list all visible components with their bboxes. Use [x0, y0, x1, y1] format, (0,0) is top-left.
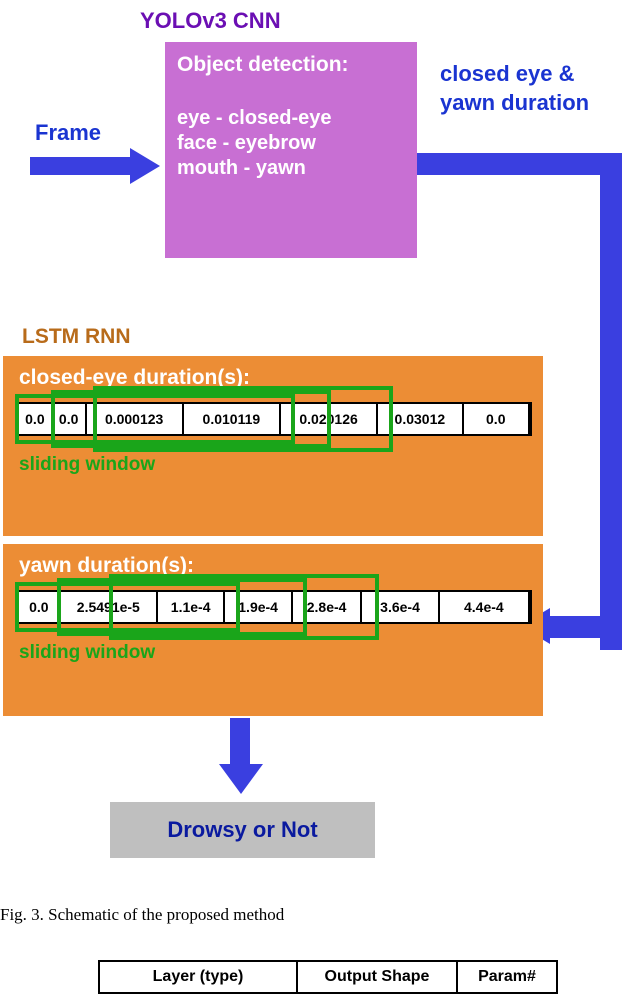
closed-eye-row: 0.0 0.0 0.000123 0.010119 0.020126 0.030…: [17, 402, 532, 436]
pipe-segment: [417, 153, 622, 175]
cell: 3.6e-4: [362, 592, 439, 622]
cell: 0.000123: [87, 404, 184, 434]
cell: 2.5491e-5: [61, 592, 158, 622]
cell: 0.0: [19, 592, 61, 622]
pipe-segment: [600, 153, 622, 650]
pipe-segment: [550, 616, 622, 638]
diagram-container: YOLOv3 CNN Frame closed eye & yawn durat…: [0, 0, 640, 997]
closed-eye-yawn-label: closed eye & yawn duration: [440, 60, 640, 117]
table-header-layer: Layer (type): [98, 962, 298, 992]
cell: 2.8e-4: [293, 592, 362, 622]
yolo-box-title: Object detection:: [177, 52, 405, 78]
cell: 0.010119: [184, 404, 281, 434]
closed-eye-panel: closed-eye duration(s): 0.0 0.0 0.000123…: [3, 356, 543, 536]
cell: 4.4e-4: [440, 592, 530, 622]
table-header-param: Param#: [458, 962, 558, 992]
yolo-box: Object detection: eye - closed-eye face …: [165, 42, 417, 258]
lstm-rnn-label: LSTM RNN: [22, 325, 131, 349]
yolo-cnn-title: YOLOv3 CNN: [140, 8, 281, 34]
cell: 0.03012: [378, 404, 463, 434]
drowsy-or-not-label: Drowsy or Not: [167, 817, 317, 843]
frame-label: Frame: [35, 120, 101, 146]
closed-eye-panel-title: closed-eye duration(s):: [19, 366, 533, 390]
cell: 0.0: [19, 404, 53, 434]
yawn-panel: yawn duration(s): 0.0 2.5491e-5 1.1e-4 1…: [3, 544, 543, 716]
yawn-row: 0.0 2.5491e-5 1.1e-4 1.9e-4 2.8e-4 3.6e-…: [17, 590, 532, 624]
cell: 0.020126: [281, 404, 378, 434]
yolo-box-line3: mouth - yawn: [177, 156, 405, 181]
sliding-window-label: sliding window: [19, 642, 533, 664]
figure-caption: Fig. 3. Schematic of the proposed method: [0, 905, 284, 925]
sliding-window-label: sliding window: [19, 454, 533, 476]
cell: 1.9e-4: [225, 592, 292, 622]
cell: 0.0: [464, 404, 530, 434]
yolo-box-line2: face - eyebrow: [177, 131, 405, 156]
drowsy-or-not-box: Drowsy or Not: [110, 802, 375, 858]
right-label-line2: yawn duration: [440, 90, 589, 115]
table-header-output-shape: Output Shape: [298, 962, 458, 992]
cell: 1.1e-4: [158, 592, 225, 622]
yolo-box-line1: eye - closed-eye: [177, 106, 405, 131]
right-label-line1: closed eye &: [440, 61, 575, 86]
cell: 0.0: [53, 404, 87, 434]
yawn-panel-title: yawn duration(s):: [19, 554, 533, 578]
table-header-row: Layer (type) Output Shape Param#: [98, 960, 558, 994]
